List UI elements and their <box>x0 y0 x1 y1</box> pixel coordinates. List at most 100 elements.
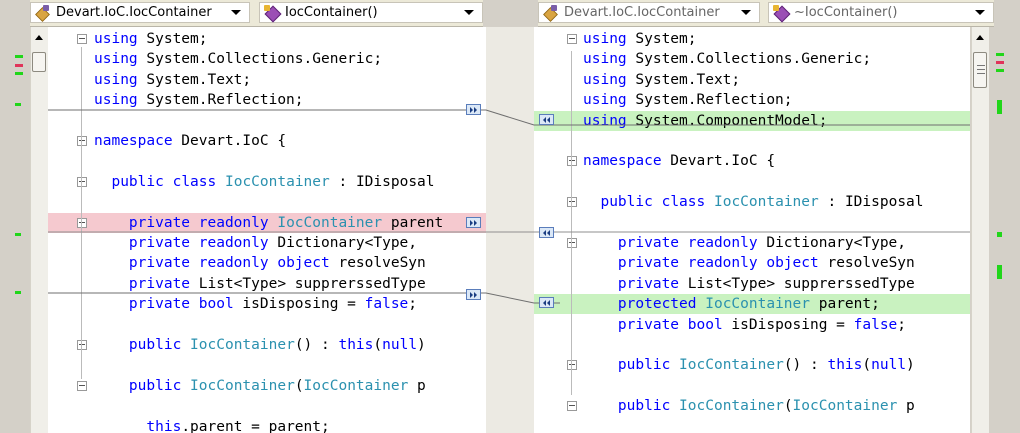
code-line[interactable] <box>48 315 486 335</box>
code-line[interactable] <box>48 151 486 171</box>
code-line[interactable]: using System.Text; <box>534 70 970 90</box>
code-line[interactable]: private readonly Dictionary<Type, <box>534 233 970 253</box>
code-token: p <box>897 398 915 415</box>
code-line[interactable]: public IocContainer(IocContainer p <box>48 376 486 396</box>
left-member-selector[interactable]: IocContainer() <box>259 2 483 23</box>
chevron-down-icon[interactable] <box>231 10 241 15</box>
code-token: ( <box>373 337 383 353</box>
grip-icon <box>977 65 985 66</box>
right-overview-gutter[interactable] <box>989 27 1020 433</box>
right-scroll-thumb[interactable] <box>973 52 987 88</box>
change-marker <box>15 55 23 58</box>
code-line[interactable]: using System.Reflection; <box>48 90 486 110</box>
code-line[interactable] <box>534 335 970 355</box>
code-text: public IocContainer(IocContainer p <box>94 376 426 396</box>
collapse-icon[interactable] <box>567 360 577 371</box>
right-vertical-scrollbar[interactable] <box>971 27 989 433</box>
code-line[interactable]: public class IocContainer : IDisposal <box>534 192 970 212</box>
change-marker <box>15 103 21 106</box>
code-line[interactable]: namespace Devart.IoC { <box>534 151 970 171</box>
code-line[interactable]: using System.ComponentModel; <box>534 110 970 131</box>
code-line[interactable]: private readonly IocContainer parent <box>48 212 486 233</box>
code-text: private readonly IocContainer parent <box>94 213 443 233</box>
copy-right-button[interactable] <box>466 104 481 115</box>
collapse-icon[interactable] <box>77 34 87 44</box>
code-line[interactable]: public IocContainer() : this(null) <box>534 355 970 375</box>
collapse-icon[interactable] <box>77 217 87 228</box>
copy-left-button[interactable] <box>539 114 554 125</box>
collapse-icon[interactable] <box>567 238 577 248</box>
code-line[interactable]: using System; <box>48 29 486 49</box>
right-member-selector[interactable]: ~IocContainer() <box>768 2 994 23</box>
code-line[interactable]: using System.Collections.Generic; <box>48 49 486 69</box>
left-vertical-scrollbar[interactable] <box>30 27 48 433</box>
code-text: namespace Devart.IoC { <box>94 131 286 151</box>
code-token: using <box>94 71 138 88</box>
code-line[interactable]: private readonly Dictionary<Type, <box>48 233 486 253</box>
collapse-icon[interactable] <box>567 156 577 167</box>
code-token: null <box>871 357 907 374</box>
collapse-icon[interactable] <box>567 197 577 208</box>
code-line[interactable] <box>48 192 486 212</box>
code-line[interactable]: using System.Reflection; <box>534 90 970 110</box>
code-line[interactable]: private List<Type> supprerssedType <box>48 274 486 294</box>
code-line[interactable] <box>534 131 970 151</box>
code-line[interactable]: using System.Collections.Generic; <box>534 49 970 69</box>
class-icon <box>35 4 53 21</box>
code-text: using System.Reflection; <box>583 90 793 110</box>
code-token: false <box>364 296 409 313</box>
collapse-icon[interactable] <box>77 176 87 187</box>
copy-left-button[interactable] <box>539 297 554 308</box>
code-line[interactable]: public class IocContainer : IDisposal <box>48 172 486 192</box>
right-navigation-bar: Devart.IoC.IocContainer ~IocContainer() <box>538 0 994 27</box>
code-line[interactable]: protected IocContainer parent; <box>534 294 970 315</box>
chevron-down-icon[interactable] <box>464 10 474 15</box>
code-line[interactable] <box>534 376 970 396</box>
outline-guide <box>571 53 572 395</box>
code-token: System.Reflection; <box>137 92 304 109</box>
scroll-up-icon[interactable] <box>976 35 984 40</box>
code-line[interactable] <box>48 396 486 416</box>
code-token: using <box>583 71 627 88</box>
scroll-up-icon[interactable] <box>35 35 43 40</box>
code-line[interactable]: namespace Devart.IoC { <box>48 131 486 151</box>
left-code-editor[interactable]: using System; using System.Collections.Ge… <box>48 27 486 433</box>
collapse-icon[interactable] <box>77 136 87 146</box>
collapse-icon[interactable] <box>77 340 87 350</box>
code-line[interactable]: private List<Type> supprerssedType <box>534 274 970 294</box>
copy-right-button[interactable] <box>466 217 481 228</box>
left-overview-gutter[interactable] <box>0 27 28 433</box>
code-line[interactable]: using System; <box>534 29 970 49</box>
left-class-selector[interactable]: Devart.IoC.IocContainer <box>30 2 250 23</box>
code-line[interactable]: this.parent = parent; <box>48 417 486 433</box>
code-line[interactable]: private bool isDisposing = false; <box>534 315 970 335</box>
code-line[interactable]: private bool isDisposing = false; <box>48 294 486 314</box>
chevron-down-icon[interactable] <box>975 10 985 15</box>
code-line[interactable] <box>534 172 970 192</box>
copy-right-button[interactable] <box>466 289 481 300</box>
code-line[interactable]: public IocContainer() : this(null) <box>48 335 486 355</box>
code-token: public <box>617 398 671 415</box>
right-code-editor[interactable]: using System; using System.Collections.Ge… <box>534 27 970 433</box>
code-text: private bool isDisposing = false; <box>583 315 906 335</box>
collapse-icon[interactable] <box>567 34 577 44</box>
code-token: .parent = parent; <box>181 418 330 433</box>
code-line[interactable] <box>48 355 486 375</box>
code-line[interactable]: private readonly object resolveSyn <box>48 253 486 273</box>
code-token: ) <box>906 357 915 374</box>
collapse-icon[interactable] <box>567 401 577 412</box>
left-scroll-thumb[interactable] <box>32 52 46 72</box>
collapse-icon[interactable] <box>77 380 87 391</box>
code-token: System; <box>626 31 697 47</box>
right-class-selector[interactable]: Devart.IoC.IocContainer <box>538 2 760 23</box>
code-token: parent <box>382 214 444 231</box>
code-line[interactable]: using System.Text; <box>48 70 486 90</box>
code-line[interactable] <box>534 213 970 233</box>
code-line[interactable] <box>48 111 486 131</box>
code-token: List<Type> supprerssedType <box>190 275 426 292</box>
code-line[interactable]: public IocContainer(IocContainer p <box>534 396 970 416</box>
code-line[interactable]: private readonly object resolveSyn <box>534 253 970 273</box>
chevron-down-icon[interactable] <box>741 10 751 15</box>
copy-left-button[interactable] <box>539 227 554 238</box>
